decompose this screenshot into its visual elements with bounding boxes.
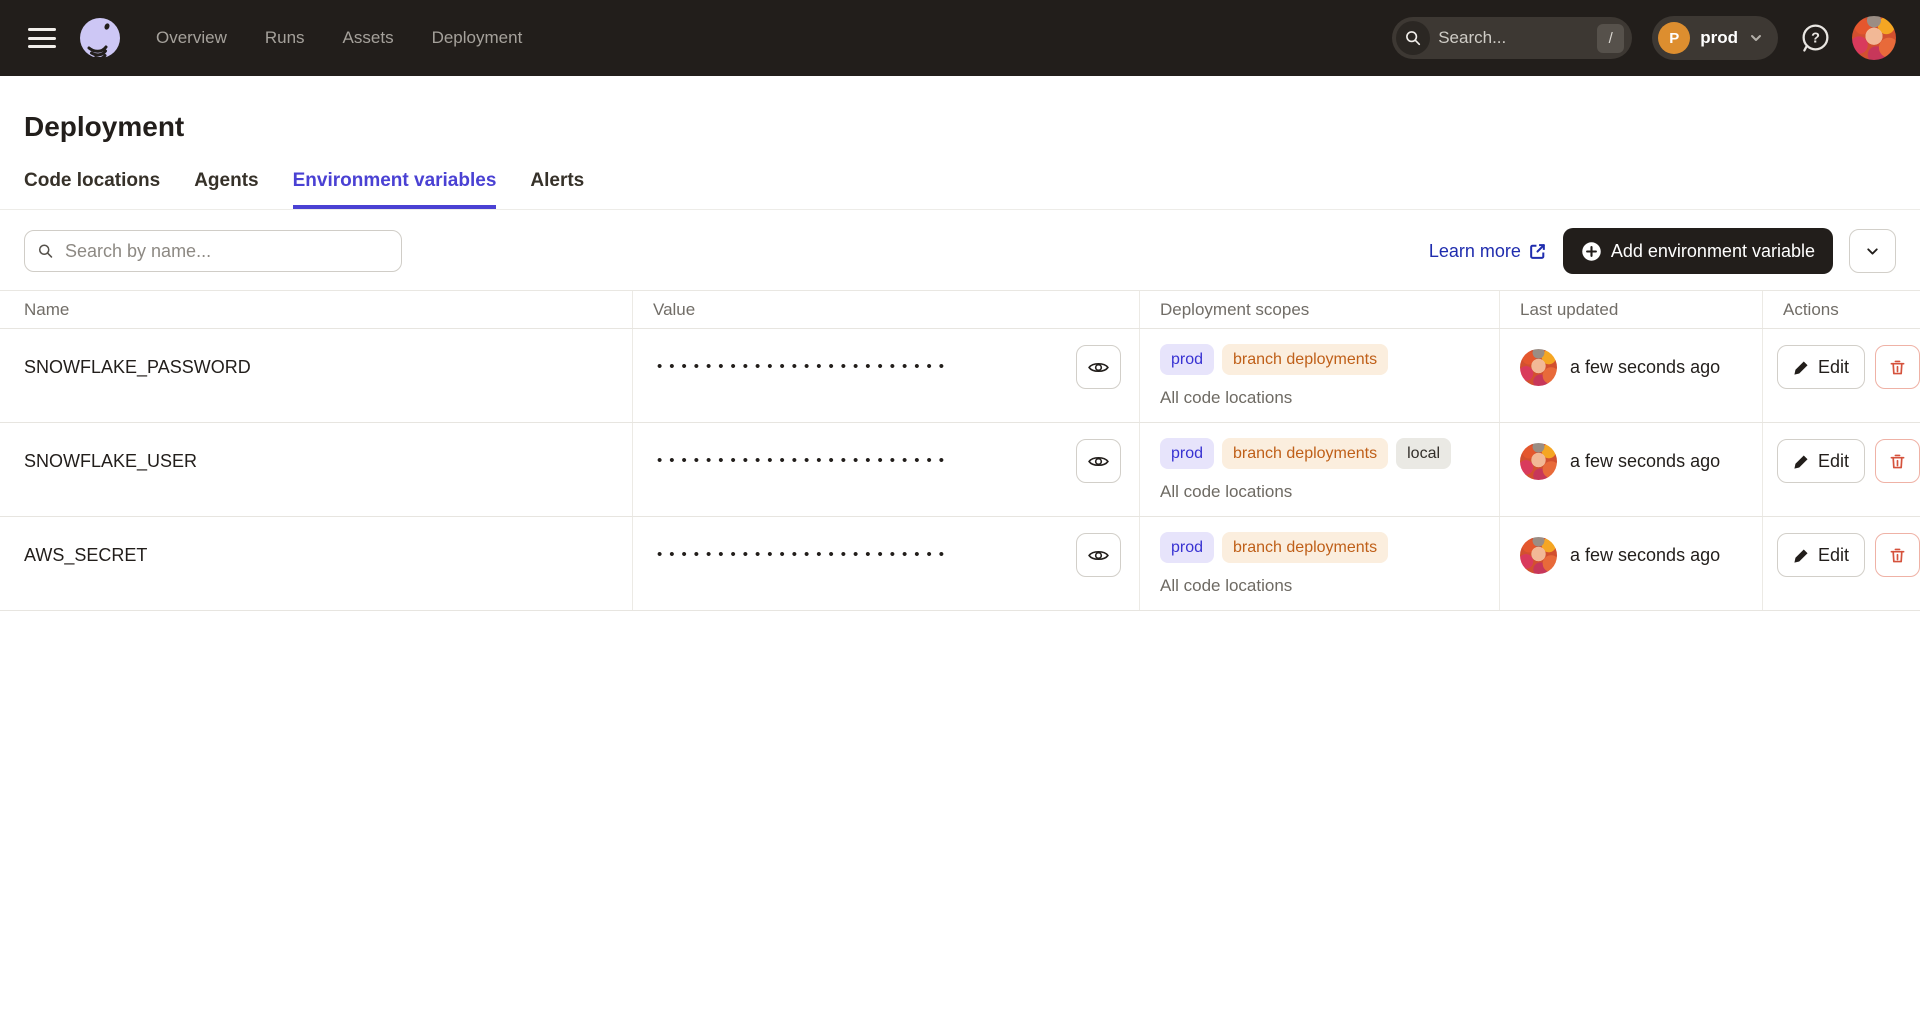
help-icon[interactable]: ? (1798, 21, 1832, 55)
edit-button[interactable]: Edit (1777, 439, 1865, 483)
deployment-switcher-label: prod (1700, 28, 1738, 48)
search-icon (37, 243, 54, 260)
trash-icon (1887, 451, 1908, 472)
env-var-toolbar: Learn more Add environment variable (0, 210, 1920, 290)
nav-link-runs[interactable]: Runs (265, 28, 305, 48)
column-header-actions: Actions (1763, 291, 1920, 328)
reveal-value-button[interactable] (1076, 345, 1121, 389)
scope-badge: prod (1160, 438, 1214, 469)
table-header-row: Name Value Deployment scopes Last update… (0, 290, 1920, 329)
svg-text:?: ? (1811, 30, 1820, 46)
nav-link-assets[interactable]: Assets (343, 28, 394, 48)
top-navbar: Overview Runs Assets Deployment / P prod (0, 0, 1920, 76)
last-updated-text: a few seconds ago (1570, 545, 1720, 566)
filter-search (24, 230, 402, 272)
reveal-value-button[interactable] (1076, 439, 1121, 483)
env-var-name: SNOWFLAKE_PASSWORD (0, 329, 633, 422)
masked-value: •••••••••••••••••••••••• (657, 439, 951, 483)
filter-by-name-input[interactable] (24, 230, 402, 272)
reveal-value-button[interactable] (1076, 533, 1121, 577)
learn-more-link[interactable]: Learn more (1429, 241, 1547, 262)
edit-button-label: Edit (1818, 451, 1849, 472)
eye-icon (1087, 544, 1110, 567)
external-link-icon (1528, 242, 1547, 261)
table-row: SNOWFLAKE_USER •••••••••••••••••••••••• … (0, 423, 1920, 517)
updater-avatar (1520, 349, 1557, 386)
last-updated-text: a few seconds ago (1570, 451, 1720, 472)
add-environment-variable-button[interactable]: Add environment variable (1563, 228, 1833, 274)
column-header-value: Value (633, 291, 1140, 328)
delete-button[interactable] (1875, 533, 1920, 577)
global-search-input[interactable] (1430, 28, 1597, 48)
eye-icon (1087, 450, 1110, 473)
scope-badge: local (1396, 438, 1451, 469)
edit-button-label: Edit (1818, 545, 1849, 566)
tab-code-locations[interactable]: Code locations (24, 170, 160, 209)
column-header-deployment-scopes: Deployment scopes (1140, 291, 1500, 328)
tab-agents[interactable]: Agents (194, 170, 258, 209)
column-header-name: Name (0, 291, 633, 328)
user-avatar[interactable] (1852, 16, 1896, 60)
page-title: Deployment (24, 110, 1896, 144)
menu-icon[interactable] (28, 28, 56, 48)
column-header-last-updated: Last updated (1500, 291, 1763, 328)
tab-environment-variables[interactable]: Environment variables (293, 170, 497, 209)
edit-button[interactable]: Edit (1777, 533, 1865, 577)
pencil-icon (1793, 547, 1810, 564)
tab-alerts[interactable]: Alerts (530, 170, 584, 209)
environment-variables-table: Name Value Deployment scopes Last update… (0, 290, 1920, 611)
code-locations-text: All code locations (1160, 482, 1499, 502)
scope-badge: branch deployments (1222, 438, 1388, 469)
env-var-name: SNOWFLAKE_USER (0, 423, 633, 516)
trash-icon (1887, 545, 1908, 566)
slash-shortcut-key: / (1597, 24, 1624, 53)
pencil-icon (1793, 359, 1810, 376)
learn-more-label: Learn more (1429, 241, 1521, 262)
chevron-down-icon (1748, 30, 1764, 46)
masked-value: •••••••••••••••••••••••• (657, 345, 951, 389)
table-row: AWS_SECRET •••••••••••••••••••••••• prod… (0, 517, 1920, 611)
toolbar-actions: Learn more Add environment variable (1429, 228, 1896, 274)
env-var-name: AWS_SECRET (0, 517, 633, 610)
updater-avatar (1520, 537, 1557, 574)
global-search[interactable]: / (1392, 17, 1632, 59)
nav-link-overview[interactable]: Overview (156, 28, 227, 48)
scope-badge: branch deployments (1222, 532, 1388, 563)
deployment-avatar: P (1658, 22, 1690, 54)
code-locations-text: All code locations (1160, 576, 1499, 596)
search-icon (1396, 21, 1430, 55)
plus-circle-icon (1581, 241, 1602, 262)
updater-avatar (1520, 443, 1557, 480)
edit-button-label: Edit (1818, 357, 1849, 378)
add-options-dropdown-button[interactable] (1849, 229, 1896, 273)
chevron-down-icon (1864, 243, 1881, 260)
dagster-logo-icon[interactable] (76, 14, 124, 62)
code-locations-text: All code locations (1160, 388, 1499, 408)
tab-bar: Code locations Agents Environment variab… (0, 170, 1920, 210)
nav-link-deployment[interactable]: Deployment (432, 28, 523, 48)
masked-value: •••••••••••••••••••••••• (657, 533, 951, 577)
add-button-label: Add environment variable (1611, 241, 1815, 262)
primary-nav: Overview Runs Assets Deployment (156, 28, 522, 48)
scope-badge: branch deployments (1222, 344, 1388, 375)
last-updated-text: a few seconds ago (1570, 357, 1720, 378)
trash-icon (1887, 357, 1908, 378)
delete-button[interactable] (1875, 439, 1920, 483)
scope-badge: prod (1160, 344, 1214, 375)
deployment-switcher[interactable]: P prod (1652, 16, 1778, 60)
navbar-right: / P prod ? (1392, 16, 1896, 60)
scope-badge: prod (1160, 532, 1214, 563)
page-header: Deployment (0, 76, 1920, 144)
delete-button[interactable] (1875, 345, 1920, 389)
pencil-icon (1793, 453, 1810, 470)
edit-button[interactable]: Edit (1777, 345, 1865, 389)
table-row: SNOWFLAKE_PASSWORD •••••••••••••••••••••… (0, 329, 1920, 423)
eye-icon (1087, 356, 1110, 379)
